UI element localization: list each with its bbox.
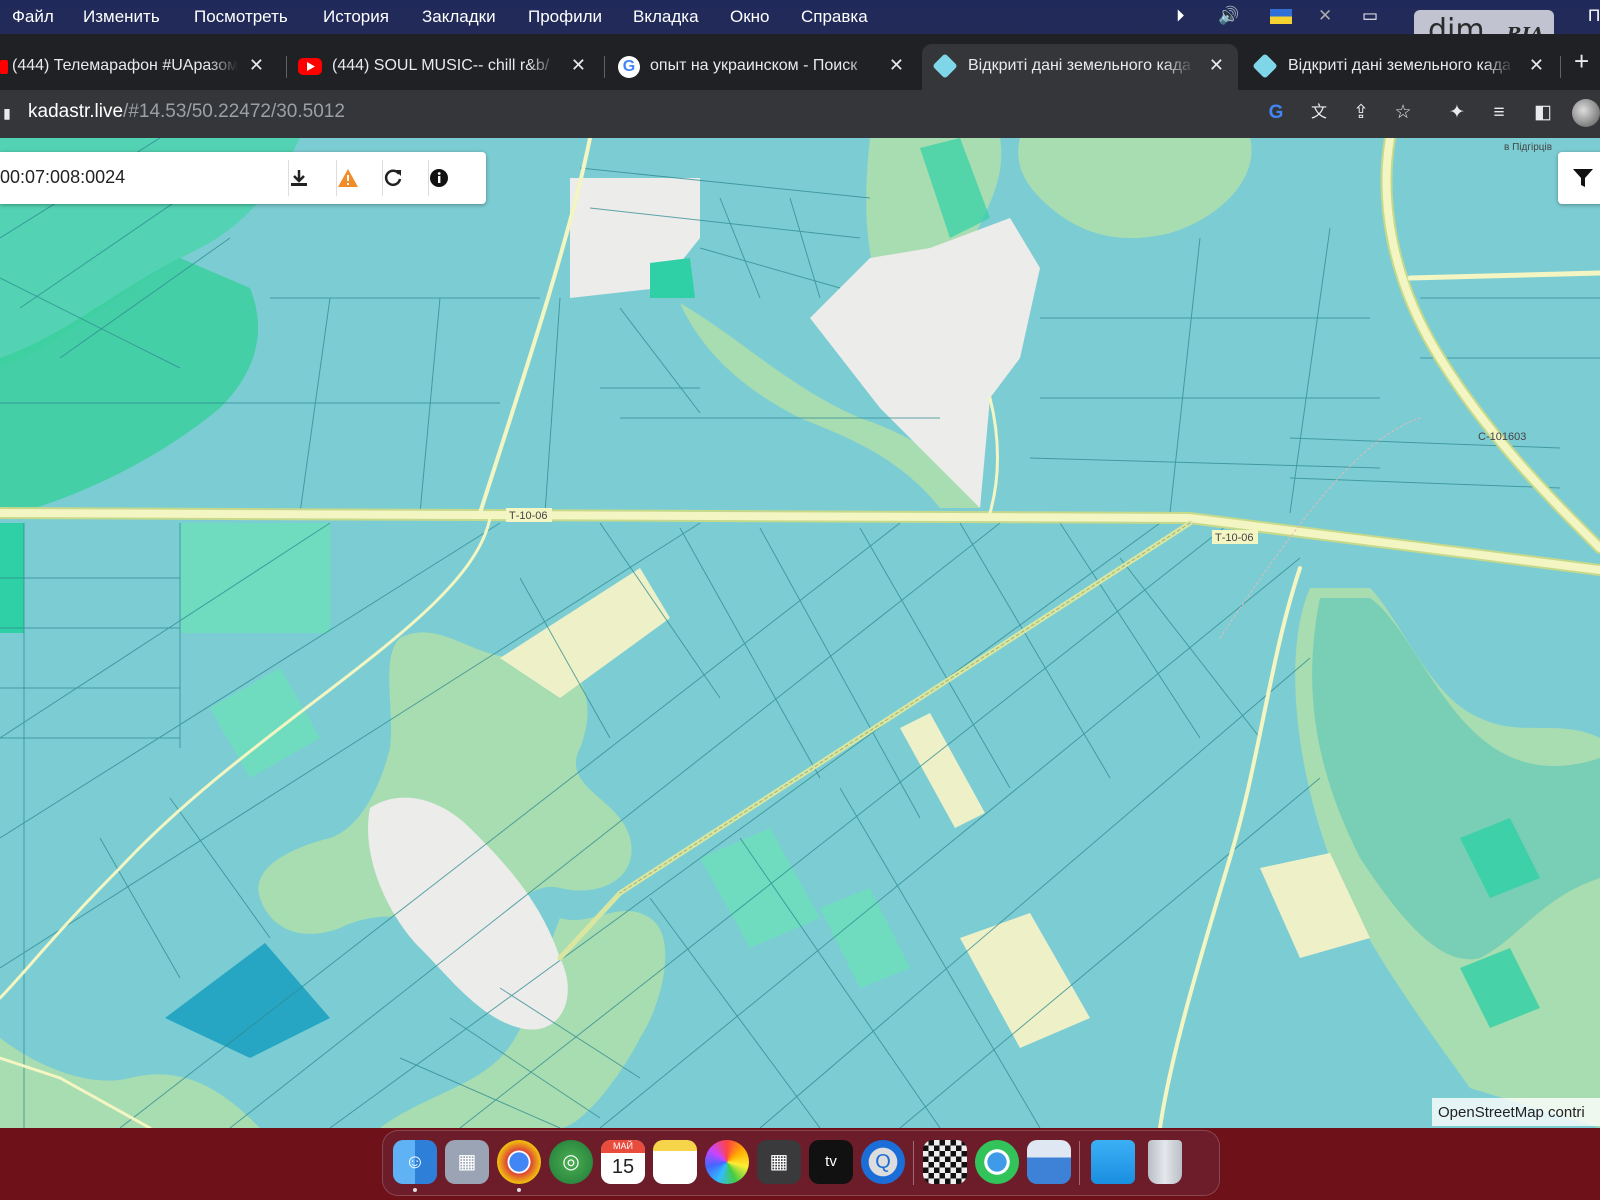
menu-help[interactable]: Справка <box>801 7 868 27</box>
menu-view[interactable]: Посмотреть <box>194 7 288 27</box>
place-label: в Підгірців <box>1504 142 1552 153</box>
kadastr-icon <box>1252 53 1278 79</box>
cadastral-number-input[interactable]: 00:07:008:0024 <box>0 167 125 188</box>
map-attribution[interactable]: OpenStreetMap contri <box>1432 1098 1600 1126</box>
tab-google-search[interactable]: G опыт на украинском - Поиск ✕ <box>608 44 918 90</box>
running-indicator <box>413 1188 417 1192</box>
menu-window[interactable]: Окно <box>730 7 770 27</box>
tab-telemarafon[interactable]: (444) Телемарафон #UAразом ✕ <box>0 44 278 90</box>
dock-separator <box>1079 1141 1080 1185</box>
volume-icon[interactable]: 🔊 <box>1218 6 1239 26</box>
browser-tab-strip: (444) Телемарафон #UAразом ✕ (444) SOUL … <box>0 34 1600 90</box>
kadastr-icon <box>932 53 958 79</box>
refresh-icon[interactable] <box>382 160 427 196</box>
chess-icon[interactable] <box>923 1140 967 1184</box>
close-tab-icon[interactable]: ✕ <box>889 55 904 76</box>
trash-icon[interactable] <box>1148 1140 1182 1184</box>
menu-profiles[interactable]: Профили <box>528 7 602 27</box>
tab-kadastr-active[interactable]: Відкриті дані земельного када ✕ <box>922 44 1238 90</box>
tab-title: Відкриті дані земельного када <box>1288 57 1514 75</box>
road-label: Т-10-06 <box>1215 532 1254 544</box>
cadastral-map[interactable]: Т-10-06 Т-10-06 С-101603 в Підгірців 00:… <box>0 138 1600 1128</box>
battery-icon[interactable]: ▭ <box>1362 6 1378 26</box>
close-tab-icon[interactable]: ✕ <box>1529 55 1544 76</box>
translate-icon[interactable]: 文 <box>1306 100 1332 126</box>
extensions-icon[interactable]: ✦ <box>1444 100 1470 126</box>
tv-label: tv <box>825 1153 837 1170</box>
filter-icon <box>1573 169 1593 187</box>
finder-icon[interactable]: ☺ <box>393 1140 437 1184</box>
quicktime-icon[interactable]: Q <box>861 1140 905 1184</box>
calendar-icon[interactable]: МАЙ 15 <box>601 1140 645 1184</box>
info-icon[interactable] <box>428 160 473 196</box>
google-lens-icon[interactable]: G <box>1263 100 1289 126</box>
url-host: kadastr.live <box>28 101 124 122</box>
menu-bookmarks[interactable]: Закладки <box>422 7 496 27</box>
calculator-icon[interactable]: ▦ <box>757 1140 801 1184</box>
apple-tv-icon[interactable]: tv <box>809 1140 853 1184</box>
lock-icon[interactable]: ▮ <box>0 100 14 126</box>
chrome-icon[interactable] <box>497 1140 541 1184</box>
download-icon[interactable] <box>288 160 333 196</box>
menu-edit[interactable]: Изменить <box>83 7 160 27</box>
running-indicator <box>517 1188 521 1192</box>
notes-icon[interactable] <box>653 1140 697 1184</box>
macos-dock: ☺ ▦ ◎ МАЙ 15 ▦ tv Q <box>382 1130 1220 1196</box>
youtube-icon <box>0 60 8 74</box>
side-panel-icon[interactable]: ◧ <box>1530 100 1556 126</box>
tab-soul-music[interactable]: (444) SOUL MUSIC-- chill r&b/ ✕ <box>290 44 600 90</box>
menubar-overflow-icon: П <box>1588 6 1600 25</box>
address-bar[interactable]: kadastr.live/#14.53/50.22472/30.5012 <box>28 101 345 123</box>
close-tab-icon[interactable]: ✕ <box>249 55 264 76</box>
filter-button[interactable] <box>1558 152 1600 204</box>
profile-avatar[interactable] <box>1572 99 1600 127</box>
menu-file[interactable]: Файл <box>12 7 54 27</box>
new-tab-button[interactable]: + <box>1574 46 1589 77</box>
macos-menu-bar: Файл Изменить Посмотреть История Закладк… <box>0 0 1600 54</box>
map-canvas[interactable]: Т-10-06 Т-10-06 С-101603 в Підгірців <box>0 138 1600 1128</box>
menu-tab[interactable]: Вкладка <box>633 7 699 27</box>
dock-separator <box>913 1141 914 1185</box>
tab-separator <box>1560 56 1561 78</box>
tab-title: (444) Телемарафон #UAразом <box>12 57 238 75</box>
tab-title: Відкриті дані земельного када <box>968 57 1194 75</box>
photos-icon[interactable] <box>705 1140 749 1184</box>
now-playing-icon[interactable]: ⏵ <box>1176 6 1185 26</box>
menu-history[interactable]: История <box>323 7 389 27</box>
youtube-icon <box>298 58 322 75</box>
bookmark-star-icon[interactable]: ☆ <box>1390 100 1416 126</box>
launchpad-icon[interactable]: ▦ <box>445 1140 489 1184</box>
road-label: Т-10-06 <box>509 510 548 522</box>
bluetooth-off-icon[interactable]: ✕ <box>1318 6 1332 26</box>
keyboard-layout-flag-icon[interactable] <box>1270 9 1292 24</box>
browser-toolbar: ▮ kadastr.live/#14.53/50.22472/30.5012 G… <box>0 90 1600 138</box>
calendar-day: 15 <box>611 1156 635 1178</box>
folder-icon[interactable] <box>1091 1140 1135 1184</box>
tab-title: опыт на украинском - Поиск <box>650 57 876 75</box>
parcel-search-panel: 00:07:008:0024 <box>0 152 486 204</box>
reading-list-icon[interactable]: ≡ <box>1486 100 1512 126</box>
url-path: /#14.53/50.22472/30.5012 <box>123 101 345 122</box>
road-label: С-101603 <box>1478 431 1526 443</box>
close-tab-icon[interactable]: ✕ <box>571 55 586 76</box>
close-tab-icon[interactable]: ✕ <box>1209 55 1224 76</box>
tab-separator <box>604 56 605 78</box>
google-icon: G <box>618 56 640 78</box>
tab-kadastr[interactable]: Відкриті дані земельного када ✕ <box>1242 44 1558 90</box>
share-icon[interactable]: ⇪ <box>1348 100 1374 126</box>
warning-icon[interactable] <box>336 160 381 196</box>
preview-icon[interactable] <box>1027 1140 1071 1184</box>
globe-app-icon[interactable]: ◎ <box>549 1140 593 1184</box>
tab-title: (444) SOUL MUSIC-- chill r&b/ <box>332 57 558 75</box>
tab-separator <box>286 56 287 78</box>
find-my-icon[interactable] <box>975 1140 1019 1184</box>
